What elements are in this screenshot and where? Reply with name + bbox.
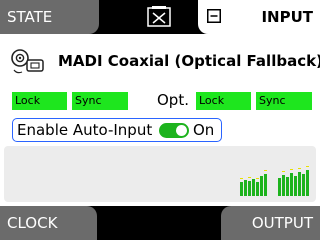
auto-input-label: Enable Auto-Input xyxy=(17,121,153,139)
level-meter-peak xyxy=(298,168,301,169)
input-source-title: MADI Coaxial (Optical Fallback) xyxy=(58,52,320,70)
output-tab[interactable]: OUTPUT xyxy=(221,206,320,240)
optical-sync-indicator: Sync xyxy=(256,92,312,110)
input-panel: MADI Coaxial (Optical Fallback) Lock Syn… xyxy=(0,34,320,206)
level-meter-bar xyxy=(244,180,247,196)
level-meter-peak xyxy=(282,171,285,172)
input-tab[interactable]: INPUT xyxy=(198,0,320,34)
level-meter-peak xyxy=(306,166,309,167)
optical-label: Opt. xyxy=(157,91,189,109)
level-meter-bar xyxy=(298,172,301,196)
input-tab-label: INPUT xyxy=(261,8,313,26)
bottom-bar: CLOCK OUTPUT xyxy=(0,206,320,240)
optical-lock-indicator: Lock xyxy=(196,92,251,110)
auto-input-state: On xyxy=(193,121,215,139)
clock-tab[interactable]: CLOCK xyxy=(0,206,97,240)
minus-box-icon[interactable] xyxy=(207,9,221,23)
level-meter-peak xyxy=(256,178,259,179)
level-meter-peak xyxy=(264,170,267,171)
level-meter-bar xyxy=(240,182,243,196)
coax-sync-indicator: Sync xyxy=(72,92,128,110)
state-tab[interactable]: STATE xyxy=(0,0,99,34)
auto-input-toggle[interactable] xyxy=(159,123,189,138)
auto-input-control[interactable]: Enable Auto-Input On xyxy=(12,118,222,142)
level-meter-bar xyxy=(306,170,309,196)
level-meter-bar xyxy=(264,174,267,196)
level-meter-peak xyxy=(240,178,243,179)
level-meter-bar xyxy=(256,182,259,196)
level-meter-bar xyxy=(302,174,305,196)
level-meter-bar xyxy=(286,177,289,196)
level-meter-bar xyxy=(252,179,255,196)
level-meter-bar xyxy=(248,181,251,196)
level-meter-bar xyxy=(260,176,263,196)
top-bar: STATE INPUT xyxy=(0,0,320,34)
level-meter-bar xyxy=(294,176,297,196)
x-box-icon[interactable] xyxy=(146,4,172,30)
toggle-knob xyxy=(176,125,187,136)
coaxial-optical-icon xyxy=(11,49,44,74)
level-meter-bar xyxy=(290,173,293,196)
level-meter-peak xyxy=(290,169,293,170)
coax-lock-indicator: Lock xyxy=(12,92,67,110)
level-meters xyxy=(4,146,316,202)
level-meter-bar xyxy=(278,178,281,196)
level-meter-bar xyxy=(282,175,285,196)
level-meter-peak xyxy=(248,177,251,178)
